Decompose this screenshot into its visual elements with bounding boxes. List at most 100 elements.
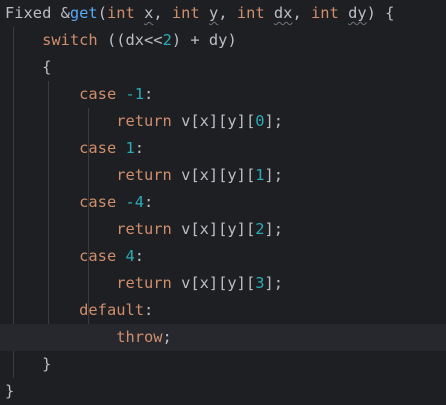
code-token: ) { — [366, 4, 395, 22]
code-token: 2 — [255, 220, 265, 238]
code-line-content: case 1: — [5, 135, 144, 162]
code-token: : — [134, 247, 145, 265]
code-token: return — [116, 274, 172, 292]
code-token: , — [153, 4, 172, 22]
code-line[interactable]: throw; — [0, 324, 446, 351]
code-token: 1 — [255, 166, 265, 184]
code-token: case — [79, 139, 117, 157]
code-token: 4 — [125, 247, 135, 265]
code-token: 2 — [162, 31, 172, 49]
code-token: : — [134, 139, 145, 157]
code-line-content: default: — [5, 297, 153, 324]
code-token: -1 — [125, 85, 145, 103]
code-token: -4 — [125, 193, 145, 211]
code-line[interactable]: case -4: — [0, 189, 446, 216]
code-token: return — [116, 112, 172, 130]
code-line-content: return v[x][y][0]; — [5, 108, 283, 135]
code-token: v[x][y][ — [171, 112, 256, 130]
code-token: dy — [348, 4, 367, 22]
code-token: int — [311, 4, 339, 22]
code-token: } — [5, 355, 52, 373]
code-token: throw — [116, 328, 163, 346]
code-token: { — [5, 58, 52, 76]
code-token: dx — [273, 4, 293, 22]
code-line-content: switch ((dx<<2) + dy) — [5, 27, 237, 54]
code-token: ; — [162, 328, 172, 346]
code-line-content: return v[x][y][2]; — [5, 216, 283, 243]
code-token: case — [79, 247, 117, 265]
code-line[interactable]: switch ((dx<<2) + dy) — [0, 27, 446, 54]
code-token: return — [116, 166, 172, 184]
code-line[interactable]: case -1: — [0, 81, 446, 108]
code-token: int — [171, 4, 200, 22]
code-line-content: return v[x][y][3]; — [5, 270, 283, 297]
code-token: Fixed & — [5, 4, 70, 22]
code-token: ( — [97, 4, 107, 22]
code-line[interactable]: } — [0, 351, 446, 378]
code-token: : — [144, 193, 154, 211]
code-token: ]; — [264, 274, 284, 292]
code-line[interactable]: Fixed &get(int x, int y, int dx, int dy)… — [0, 0, 446, 27]
code-line-content: return v[x][y][1]; — [5, 162, 283, 189]
code-line-content: case -1: — [5, 81, 153, 108]
code-line-content: } — [5, 351, 51, 378]
code-token: , — [218, 4, 237, 22]
code-line[interactable]: return v[x][y][1]; — [0, 162, 446, 189]
code-line-content: Fixed &get(int x, int y, int dx, int dy)… — [5, 0, 394, 27]
code-line[interactable]: { — [0, 54, 446, 81]
code-token: switch — [42, 31, 98, 49]
code-token: v[x][y][ — [171, 166, 256, 184]
code-line[interactable]: case 4: — [0, 243, 446, 270]
code-token: ]; — [264, 166, 284, 184]
code-line[interactable]: return v[x][y][0]; — [0, 108, 446, 135]
code-token: y — [208, 4, 219, 22]
code-editor[interactable]: Fixed &get(int x, int y, int dx, int dy)… — [0, 0, 446, 405]
code-token: case — [79, 85, 117, 103]
code-line-content: case -4: — [5, 189, 153, 216]
code-token: ]; — [264, 112, 284, 130]
code-line[interactable]: return v[x][y][3]; — [0, 270, 446, 297]
code-token: v[x][y][ — [171, 220, 256, 238]
code-token: v[x][y][ — [171, 274, 256, 292]
code-token: x — [144, 4, 154, 22]
code-token: , — [292, 4, 311, 22]
code-token: : — [144, 301, 154, 319]
code-token: 3 — [255, 274, 265, 292]
code-token: ((dx<< — [97, 31, 163, 49]
code-token: get — [69, 4, 98, 22]
code-token: 1 — [125, 139, 135, 157]
code-line[interactable]: default: — [0, 297, 446, 324]
code-line-content: } — [5, 378, 14, 405]
code-token: int — [236, 4, 265, 22]
code-token: case — [79, 193, 117, 211]
code-token: ]; — [264, 220, 284, 238]
code-line[interactable]: } — [0, 378, 446, 405]
code-token: 0 — [255, 112, 265, 130]
code-line[interactable]: case 1: — [0, 135, 446, 162]
code-line-content: case 4: — [5, 243, 144, 270]
code-token: return — [116, 220, 172, 238]
code-token: ) + dy) — [171, 31, 237, 49]
code-line[interactable]: return v[x][y][2]; — [0, 216, 446, 243]
code-line-content: throw; — [5, 324, 172, 351]
code-token: default — [79, 301, 145, 319]
